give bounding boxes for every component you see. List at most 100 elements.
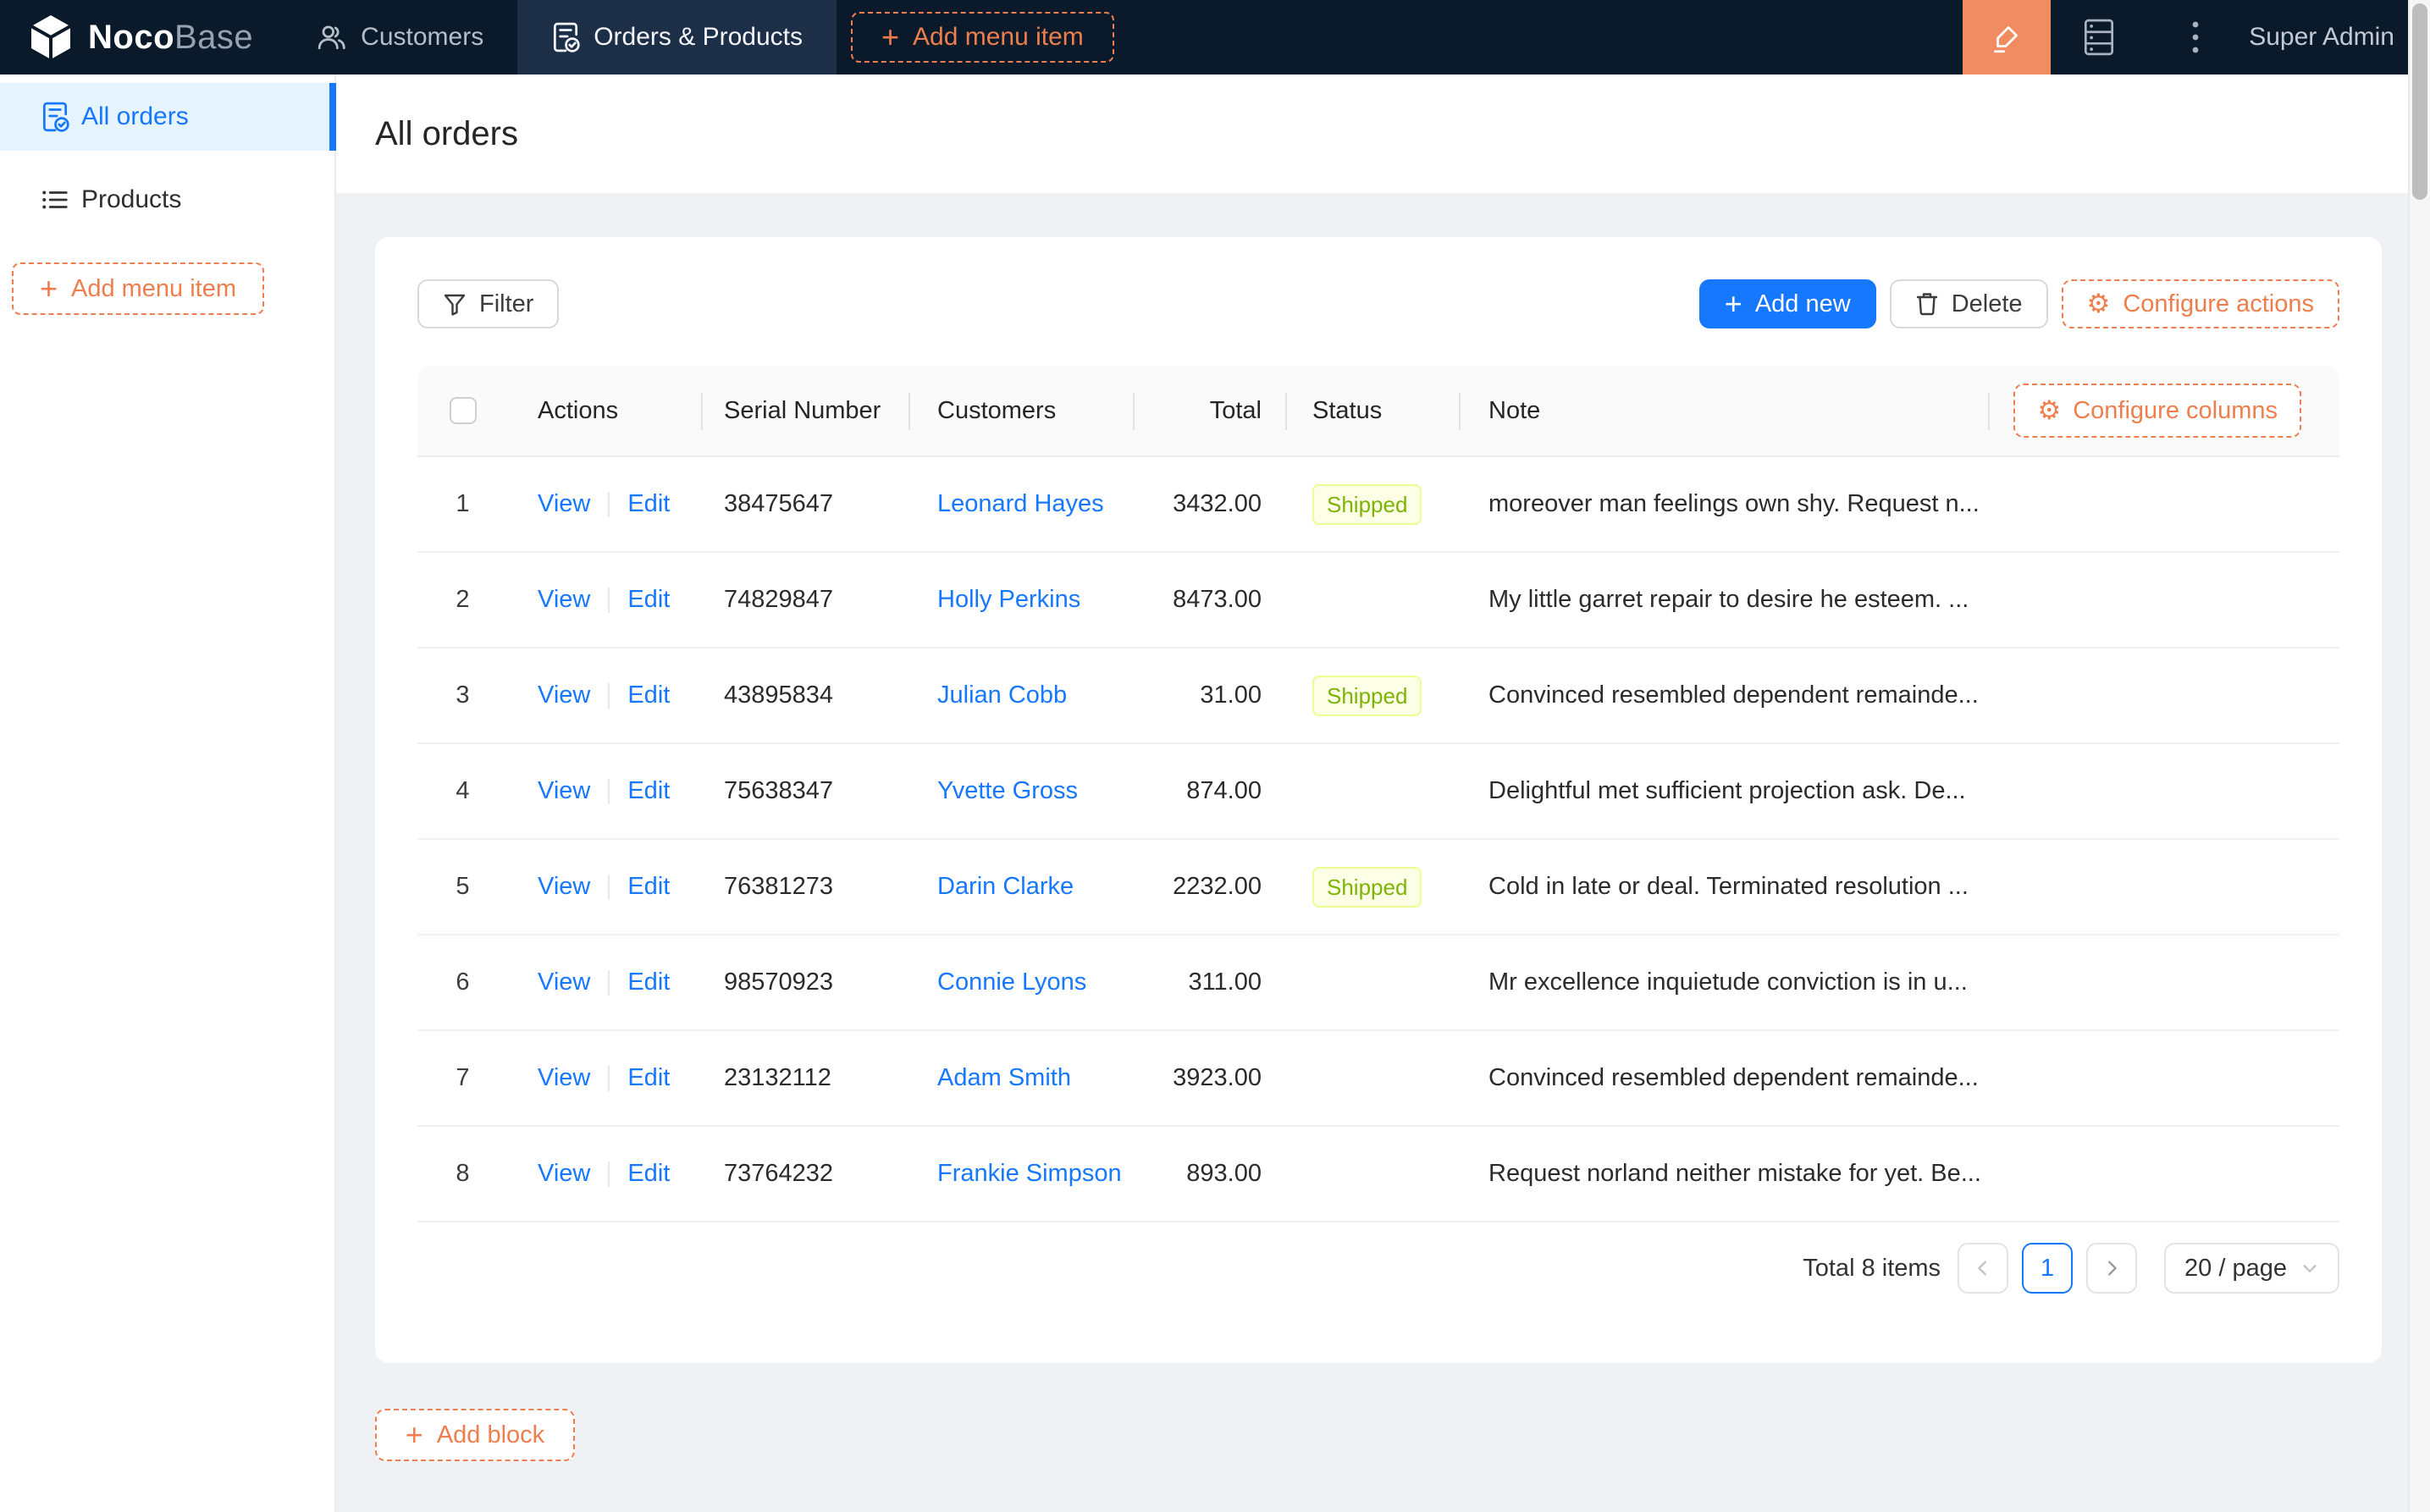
total-cell: 3923.00 [1173,1064,1262,1091]
view-link[interactable]: View [538,968,590,996]
actions-divider [608,587,610,613]
status-badge: Shipped [1312,866,1422,908]
view-link[interactable]: View [538,1064,590,1092]
configure-actions-button[interactable]: ⚙ Configure actions [2061,279,2339,328]
add-new-button[interactable]: + Add new [1698,279,1876,328]
row-actions-cell: View Edit [508,777,703,805]
tab-orders-products[interactable]: Orders & Products [517,0,837,74]
previous-page-button[interactable] [1958,1243,2009,1294]
configure-actions-label: Configure actions [2123,290,2314,317]
orders-table-card: Filter + Add new Delete ⚙ Configure acti… [375,237,2382,1363]
table-row: 5 View Edit 76381273 Darin Clarke 2232.0… [417,840,2339,935]
orders-table: Actions Serial Number Customers Total St… [417,366,2339,1222]
edit-link[interactable]: Edit [627,490,670,518]
toolbar-right: + Add new Delete ⚙ Configure actions [1698,279,2339,328]
database-icon [2083,18,2115,57]
user-menu[interactable]: Super Admin [2249,23,2394,52]
total-cell: 3432.00 [1173,490,1262,517]
scrollbar-thumb[interactable] [2412,3,2427,200]
view-link[interactable]: View [538,586,590,614]
note-cell: Cold in late or deal. Terminated resolut… [1488,873,1969,900]
next-page-button[interactable] [2086,1243,2138,1294]
plus-icon: + [881,19,900,54]
add-menu-item-sidebar-button[interactable]: + Add menu item [12,262,264,315]
sidebar-item-all-orders[interactable]: All orders [0,83,336,151]
view-link[interactable]: View [538,777,590,805]
customer-cell: Yvette Gross [910,777,1135,805]
status-badge: Shipped [1312,483,1422,525]
view-link[interactable]: View [538,490,590,518]
customer-link[interactable]: Adam Smith [937,1064,1071,1091]
view-link[interactable]: View [538,682,590,709]
edit-link[interactable]: Edit [627,873,670,901]
trash-icon [1915,291,1939,317]
customer-link[interactable]: Julian Cobb [937,682,1067,709]
actions-divider [608,969,610,996]
topbar-right: Super Admin [1963,0,2408,74]
sidebar-item-all-orders-label: All orders [81,102,189,130]
sidebar: All orders Products + Add menu item [0,74,336,1512]
edit-link[interactable]: Edit [627,1064,670,1092]
table-toolbar: Filter + Add new Delete ⚙ Configure acti… [417,279,2339,328]
total-cell: 874.00 [1186,777,1262,804]
page-size-value: 20 / page [2184,1254,2287,1282]
column-header-status: Status [1287,366,1461,455]
view-link[interactable]: View [538,1160,590,1188]
serial-number-cell: 43895834 [724,682,834,709]
customer-cell: Julian Cobb [910,682,1135,709]
logo-text-base: Base [174,18,254,56]
column-header-customers: Customers [910,366,1135,455]
tab-customers[interactable]: Customers [283,0,517,74]
filter-button[interactable]: Filter [417,279,560,328]
nocobase-logo[interactable]: NocoBase [29,14,253,61]
sidebar-item-products-label: Products [81,185,182,213]
customer-link[interactable]: Frankie Simpson [937,1160,1122,1187]
customer-link[interactable]: Yvette Gross [937,777,1078,804]
serial-number-cell: 38475647 [724,490,834,517]
edit-link[interactable]: Edit [627,682,670,709]
serial-number-cell: 75638347 [724,777,834,804]
more-menu-button[interactable] [2147,0,2244,74]
row-index: 1 [456,490,470,517]
edit-link[interactable]: Edit [627,777,670,805]
column-header-serial-number: Serial Number [703,366,910,455]
actions-divider [608,682,610,709]
view-link[interactable]: View [538,873,590,901]
ui-editor-button[interactable] [1963,0,2052,74]
customer-link[interactable]: Darin Clarke [937,873,1074,900]
customer-cell: Leonard Hayes [910,490,1135,518]
customer-link[interactable]: Leonard Hayes [937,490,1104,517]
status-cell: Shipped [1287,675,1461,716]
table-row: 3 View Edit 43895834 Julian Cobb 31.00 S [417,648,2339,744]
page-size-select[interactable]: 20 / page [2164,1243,2339,1294]
sidebar-item-products[interactable]: Products [0,166,334,234]
serial-number-cell: 76381273 [724,873,834,900]
select-all-checkbox[interactable] [449,397,477,424]
add-block-button[interactable]: + Add block [375,1409,575,1461]
database-button[interactable] [2051,0,2147,74]
add-menu-item-top-button[interactable]: + Add menu item [850,12,1114,63]
list-icon [41,185,69,214]
configure-columns-button[interactable]: ⚙ Configure columns [2013,384,2301,438]
row-index: 8 [456,1160,470,1187]
customer-cell: Adam Smith [910,1064,1135,1092]
customer-cell: Holly Perkins [910,586,1135,614]
plus-icon: + [1724,286,1742,321]
actions-divider [608,491,610,517]
delete-button[interactable]: Delete [1889,279,2048,328]
configure-columns-label: Configure columns [2073,396,2278,424]
plus-icon: + [39,271,58,306]
edit-link[interactable]: Edit [627,968,670,996]
app-root: NocoBase Customers Orders & Products + A… [0,0,2430,1512]
total-cell: 2232.00 [1173,873,1262,900]
edit-link[interactable]: Edit [627,586,670,614]
tab-orders-products-label: Orders & Products [594,23,803,51]
page-number-button[interactable]: 1 [2022,1243,2074,1294]
total-cell: 311.00 [1188,968,1262,996]
order-document-icon [41,101,69,133]
topbar: NocoBase Customers Orders & Products + A… [0,0,2408,74]
edit-link[interactable]: Edit [627,1160,670,1188]
customer-link[interactable]: Holly Perkins [937,586,1080,613]
customer-link[interactable]: Connie Lyons [937,968,1086,996]
window-scrollbar [2408,0,2430,1512]
